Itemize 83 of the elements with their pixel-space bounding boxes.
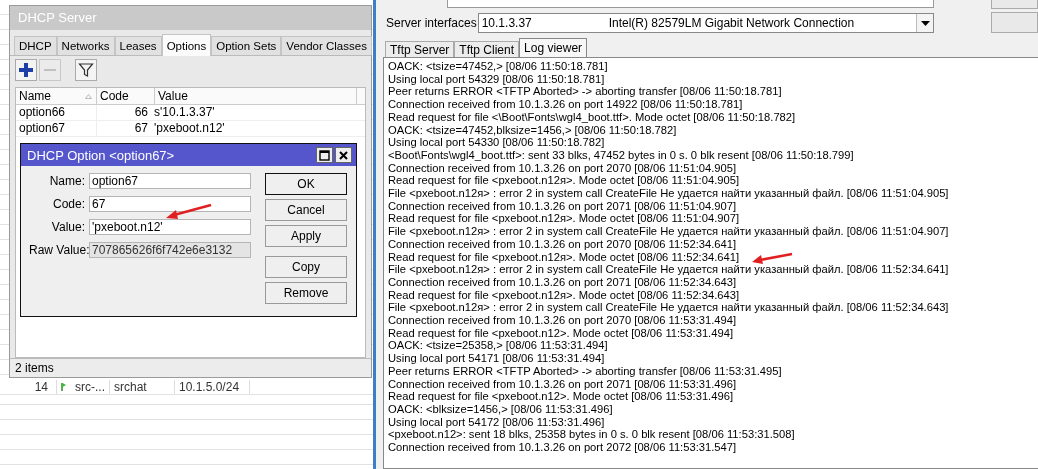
filter-icon bbox=[78, 62, 94, 78]
dialog-button[interactable]: OK bbox=[265, 173, 347, 195]
table-cell: 10.1.5.0/24 bbox=[175, 379, 250, 394]
table-cell: src-... bbox=[71, 379, 110, 394]
tab[interactable]: Options bbox=[161, 34, 212, 56]
tab[interactable]: Option Sets bbox=[211, 36, 282, 55]
tab[interactable]: DHCP bbox=[14, 36, 57, 55]
input-field[interactable]: 67 bbox=[89, 196, 251, 212]
tab[interactable]: Networks bbox=[56, 36, 115, 55]
log-line: Read request for file <\Boot\Fonts\wgl4_boot.ttf>. Mode octet [08/06 11:50:18.782] bbox=[388, 110, 796, 124]
table-cell: 14 bbox=[0, 379, 57, 394]
maximize-button[interactable] bbox=[316, 147, 333, 163]
table-cell-text: s'10.1.3.37' bbox=[153, 105, 216, 120]
field-label: Value: bbox=[50, 219, 85, 235]
table-cell: srchat bbox=[110, 379, 175, 394]
log-line: <pxeboot.n12>: sent 18 blks, 25358 bytes in 0 s. 0 blk resent [08/06 11:53:31.508] bbox=[388, 428, 795, 442]
log-line: OACK: <tsize=47452,blksize=1456,> [08/06 11:50:18.782] bbox=[388, 123, 677, 137]
log-line: Read request for file <pxeboot.n12я>. Mode octet [08/06 11:52:34.641] bbox=[388, 250, 740, 264]
tab[interactable]: Tftp Client bbox=[454, 41, 520, 57]
maximize-icon bbox=[319, 149, 330, 161]
log-line: Using local port 54329 [08/06 11:50:18.781] bbox=[388, 72, 605, 86]
log-line: Peer returns ERROR <TFTP Aborted> -> aborting transfer [08/06 11:53:31.495] bbox=[388, 364, 782, 378]
close-icon bbox=[338, 149, 349, 161]
log-line: Connection received from 10.1.3.26 on port 14922 [08/06 11:50:18.781] bbox=[388, 98, 743, 111]
dialog-title: DHCP Option <option67> bbox=[27, 147, 175, 163]
dropdown-value: Intel(R) 82579LM Gigabit Network Connection bbox=[608, 16, 856, 30]
dialog-button[interactable]: Remove bbox=[265, 282, 347, 304]
log-line: Connection received from 10.1.3.26 on port 2070 [08/06 11:52:34.641] bbox=[388, 237, 737, 251]
column-header[interactable]: Value bbox=[155, 88, 357, 104]
log-line: Connection received from 10.1.3.26 on port 2070 [08/06 11:53:31.494] bbox=[388, 314, 737, 327]
log-line: Connection received from 10.1.3.26 on port 2071 [08/06 11:52:34.643] bbox=[388, 275, 737, 289]
close-button[interactable] bbox=[335, 147, 352, 163]
dialog-button[interactable]: Cancel bbox=[265, 199, 347, 221]
dialog-button[interactable]: Apply bbox=[265, 225, 347, 247]
input-field[interactable]: 'pxeboot.n12' bbox=[89, 219, 251, 235]
tab[interactable]: Vendor Classes bbox=[281, 36, 372, 55]
log-line: File <pxeboot.n12я> : error 2 in system call CreateFile Не удается найти указанный файл. [08/06 11:51:04.907] bbox=[388, 225, 949, 238]
input-field[interactable]: option67 bbox=[89, 173, 251, 189]
log-line: OACK: <tsize=25358,> [08/06 11:53:31.494] bbox=[388, 339, 608, 353]
arrow-annotation bbox=[752, 252, 793, 264]
table-cell-text: 67 bbox=[133, 121, 149, 136]
column-header[interactable]: Name bbox=[16, 88, 97, 104]
table-cell: option66 bbox=[16, 105, 97, 120]
flag-icon bbox=[61, 381, 67, 392]
log-line: File <pxeboot.n12я> : error 2 in system call CreateFile Не удается найти указанный файл. [08/06 11:52:34.643] bbox=[388, 301, 949, 315]
table-cell-text: 66 bbox=[133, 105, 149, 120]
tab[interactable]: Log viewer bbox=[519, 38, 588, 57]
log-line: Read request for file <pxeboot.n12>. Mode octet [08/06 11:53:31.496] bbox=[388, 390, 733, 403]
log-line: Peer returns ERROR <TFTP Aborted> -> aborting transfer [08/06 11:50:18.781] bbox=[388, 85, 782, 99]
log-line: Connection received from 10.1.3.26 on port 2071 [08/06 11:51:04.907] bbox=[388, 199, 737, 213]
filter-button[interactable] bbox=[75, 59, 97, 81]
log-line: Connection received from 10.1.3.26 on port 2072 [08/06 11:53:31.547] bbox=[388, 441, 737, 454]
log-line: File <pxeboot.n12я> : error 2 in system call CreateFile Не удается найти указанный файл. [08/06 11:52:34.641] bbox=[388, 263, 949, 276]
dialog-button[interactable]: Copy bbox=[265, 256, 347, 278]
arrow-annotation bbox=[166, 203, 212, 219]
log-line: Read request for file <pxeboot.n12я>. Mode octet [08/06 11:51:04.905] bbox=[388, 174, 740, 188]
table-cell-text: 'pxeboot.n12' bbox=[153, 121, 226, 136]
table-cell: option67 bbox=[16, 121, 97, 136]
log-line: OACK: <tsize=47452,> [08/06 11:50:18.781] bbox=[388, 60, 608, 73]
field-label: Server interfaces bbox=[385, 16, 478, 30]
log-line: <Boot\Fonts\wgl4_boot.ttf>: sent 33 blks, 47452 bytes in 0 s. 0 blk resent [08/06 11:50:18.799] bbox=[388, 148, 854, 162]
log-line: Read request for file <pxeboot.n12я>. Mode octet [08/06 11:51:04.907] bbox=[388, 212, 740, 226]
field-label: Name: bbox=[48, 173, 85, 189]
interface-dropdown[interactable]: 10.1.3.37 Intel(R) 82579LM Gigabit Network Connection bbox=[477, 13, 935, 33]
add-icon bbox=[18, 62, 34, 78]
dropdown-button[interactable] bbox=[916, 14, 934, 32]
log-line: Connection received from 10.1.3.26 on port 2071 [08/06 11:53:31.496] bbox=[388, 377, 737, 391]
log-line: Using local port 54171 [08/06 11:53:31.494] bbox=[388, 352, 605, 365]
add-button[interactable] bbox=[15, 59, 37, 81]
log-line: Read request for file <pxeboot.n12>. Mode octet [08/06 11:53:31.494] bbox=[388, 326, 733, 340]
log-line: OACK: <blksize=1456,> [08/06 11:53:31.496] bbox=[388, 403, 613, 416]
tab[interactable]: Tftp Server bbox=[385, 41, 455, 57]
caret-icon bbox=[920, 20, 930, 26]
directory-field[interactable] bbox=[447, 0, 935, 8]
log-line: Connection received from 10.1.3.26 on port 2070 [08/06 11:51:04.905] bbox=[388, 161, 737, 175]
log-line: Using local port 54330 [08/06 11:50:18.782] bbox=[388, 136, 605, 149]
log-line: File <pxeboot.n12я> : error 2 in system call CreateFile Не удается найти указанный файл. [08/06 11:51:04.905] bbox=[388, 187, 949, 200]
field-label: Code: bbox=[51, 196, 85, 212]
column-header[interactable]: Code bbox=[97, 88, 155, 104]
tab[interactable]: Leases bbox=[114, 36, 162, 55]
log-line: Read request for file <pxeboot.n12я>. Mode octet [08/06 11:52:34.643] bbox=[388, 288, 740, 302]
log-line: Using local port 54172 [08/06 11:53:31.496] bbox=[388, 415, 605, 429]
dropdown-value: 10.1.3.37 bbox=[480, 16, 533, 30]
